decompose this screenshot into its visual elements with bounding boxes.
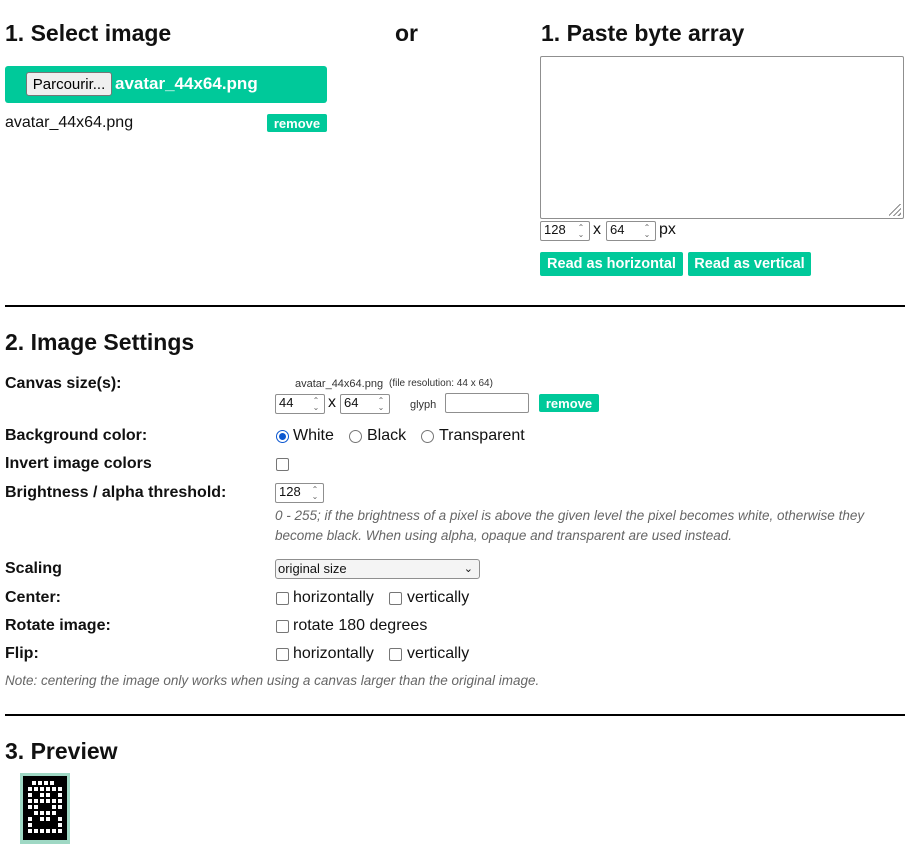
glyph-input[interactable] (445, 393, 529, 413)
center-horizontal-label: horizontally (293, 589, 374, 606)
glyph-label: glyph (410, 399, 437, 411)
section-divider (5, 714, 905, 716)
chevron-down-icon: ⌄ (463, 563, 473, 575)
flip-horizontal-label: horizontally (293, 645, 374, 662)
spinner-icon[interactable]: ⌃ ⌄ (575, 224, 587, 239)
canvas-file-name: avatar_44x64.png (295, 378, 384, 390)
byte-height-value: 64 (610, 222, 625, 237)
paste-byte-array-title: 1. Paste byte array (541, 20, 745, 46)
center-horizontal-checkbox[interactable] (276, 592, 289, 605)
or-label: or (395, 20, 418, 46)
spinner-icon[interactable]: ⌃ ⌄ (309, 486, 321, 501)
invert-colors-checkbox[interactable] (276, 458, 289, 471)
threshold-input[interactable]: 128 ⌃ ⌄ (275, 483, 324, 503)
byte-width-input[interactable]: 128 ⌃ ⌄ (540, 221, 590, 241)
preview-image (23, 776, 67, 840)
rotate-label: Rotate image: (5, 617, 111, 634)
center-vertical-checkbox[interactable] (389, 592, 402, 605)
flip-horizontal-checkbox[interactable] (276, 648, 289, 661)
preview-canvas (20, 773, 70, 844)
image-settings-title: 2. Image Settings (5, 329, 195, 355)
read-vertical-button[interactable]: Read as vertical (688, 252, 811, 276)
center-vertical-label: vertically (407, 589, 470, 606)
select-image-title: 1. Select image (5, 20, 172, 46)
bg-transparent-label: Transparent (439, 427, 525, 444)
px-label: px (659, 221, 676, 238)
threshold-value: 128 (279, 484, 301, 499)
file-list-item-name: avatar_44x64.png (5, 114, 134, 131)
flip-vertical-label: vertically (407, 645, 470, 662)
canvas-width-input[interactable]: 44 ⌃ ⌄ (275, 394, 325, 414)
spinner-icon[interactable]: ⌃ ⌄ (375, 397, 387, 412)
canvas-size-label: Canvas size(s): (5, 375, 122, 392)
canvas-file-resolution: (file resolution: 44 x 64) (389, 378, 493, 389)
resize-grip-icon[interactable] (889, 204, 901, 216)
scaling-label: Scaling (5, 560, 62, 577)
size-x-label: x (593, 221, 601, 238)
spinner-icon[interactable]: ⌃ ⌄ (310, 397, 322, 412)
rotate-180-checkbox[interactable] (276, 620, 289, 633)
file-input[interactable]: Parcourir... avatar_44x64.png (5, 66, 327, 103)
flip-vertical-checkbox[interactable] (389, 648, 402, 661)
byte-height-input[interactable]: 64 ⌃ ⌄ (606, 221, 656, 241)
byte-width-value: 128 (544, 222, 566, 237)
canvas-height-input[interactable]: 64 ⌃ ⌄ (340, 394, 390, 414)
bg-transparent-radio[interactable] (421, 430, 434, 443)
rotate-180-label: rotate 180 degrees (293, 617, 428, 634)
browse-button[interactable]: Parcourir... (26, 72, 112, 96)
read-horizontal-button[interactable]: Read as horizontal (540, 252, 683, 276)
scaling-select[interactable]: original size ⌄ (275, 559, 480, 579)
bg-black-label: Black (367, 427, 407, 444)
canvas-x-label: x (328, 394, 336, 411)
spinner-icon[interactable]: ⌃ ⌄ (641, 224, 653, 239)
canvas-height-value: 64 (344, 395, 359, 410)
bg-white-radio[interactable] (276, 430, 289, 443)
preview-title: 3. Preview (5, 738, 118, 764)
byte-array-textarea[interactable] (540, 56, 904, 219)
remove-canvas-button[interactable]: remove (539, 394, 599, 412)
invert-colors-label: Invert image colors (5, 455, 152, 472)
selected-file-name: avatar_44x64.png (115, 74, 258, 93)
center-label: Center: (5, 589, 62, 606)
centering-note: Note: centering the image only works whe… (5, 673, 540, 688)
background-color-label: Background color: (5, 427, 148, 444)
canvas-width-value: 44 (279, 395, 294, 410)
threshold-label: Brightness / alpha threshold: (5, 484, 227, 501)
section-divider (5, 305, 905, 307)
bg-white-label: White (293, 427, 334, 444)
scaling-selected-value: original size (278, 561, 347, 576)
flip-label: Flip: (5, 645, 39, 662)
remove-file-button[interactable]: remove (267, 114, 327, 132)
threshold-hint: 0 - 255; if the brightness of a pixel is… (275, 508, 865, 543)
bg-black-radio[interactable] (349, 430, 362, 443)
